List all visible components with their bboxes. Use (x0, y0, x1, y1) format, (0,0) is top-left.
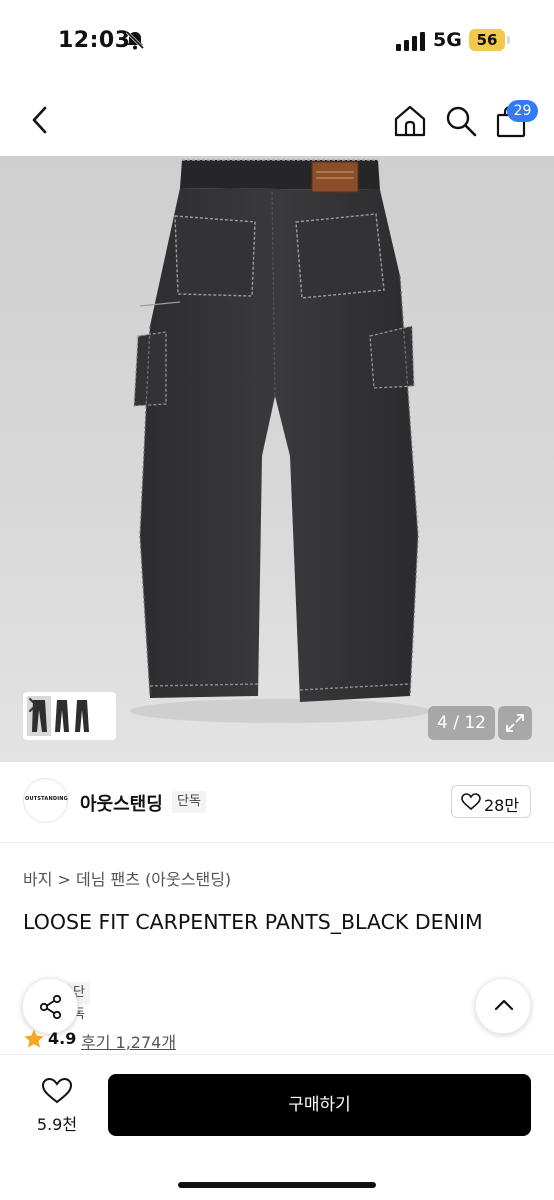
signal-icon (396, 32, 425, 51)
image-counter: 4 / 12 (428, 706, 495, 740)
home-indicator (178, 1182, 376, 1188)
chevron-right-icon (29, 698, 37, 712)
battery-level: 56 (469, 29, 505, 51)
heart-icon (461, 793, 481, 811)
like-count: 28만 (484, 796, 520, 815)
share-icon (39, 994, 62, 1020)
exclusive-tag: 단독 (172, 791, 206, 813)
heart-outline-icon (41, 1077, 73, 1104)
product-image-pants (130, 159, 430, 723)
expand-button[interactable] (498, 706, 532, 740)
expand-icon (506, 714, 524, 732)
share-button[interactable] (22, 978, 78, 1034)
home-icon[interactable] (393, 104, 427, 138)
star-icon (24, 1029, 44, 1048)
network-type: 5G (433, 29, 462, 51)
cart-count-badge: 29 (507, 100, 538, 122)
chevron-up-icon (494, 999, 514, 1011)
section-divider (0, 842, 554, 843)
bell-mute-icon (125, 30, 145, 50)
top-nav-bar: 29 (0, 84, 554, 156)
scroll-top-button[interactable] (475, 978, 531, 1034)
review-count-link[interactable]: 후기 1,274개 (81, 1029, 176, 1053)
battery-tip (507, 36, 510, 44)
like-button[interactable]: 28만 (451, 785, 531, 818)
buy-button[interactable]: 구매하기 (108, 1074, 531, 1136)
brand-logo-text: OUTSTANDING (25, 796, 68, 802)
status-bar: 12:03 5G 56 (0, 0, 554, 84)
brand-name[interactable]: 아웃스탠딩 (80, 790, 163, 816)
product-image-gallery[interactable]: 4 / 12 (0, 156, 554, 762)
category-breadcrumb[interactable]: 바지 > 데님 팬츠 (아웃스탠딩) (23, 866, 231, 890)
thumbnail-strip[interactable] (23, 692, 116, 740)
wishlist-count: 5.9천 (36, 1115, 78, 1134)
status-time: 12:03 (58, 28, 131, 53)
back-arrow-icon[interactable] (26, 102, 54, 138)
product-title: LOOSE FIT CARPENTER PANTS_BLACK DENIM (23, 910, 483, 934)
wishlist-button[interactable]: 5.9천 (24, 1075, 90, 1137)
brand-logo[interactable]: OUTSTANDING (23, 778, 68, 823)
bottom-action-bar: 5.9천 구매하기 (0, 1054, 554, 1200)
brand-row: OUTSTANDING 아웃스탠딩 단독 28만 (0, 762, 554, 842)
search-icon[interactable] (444, 104, 478, 138)
rating-value: 4.9 (48, 1029, 77, 1048)
